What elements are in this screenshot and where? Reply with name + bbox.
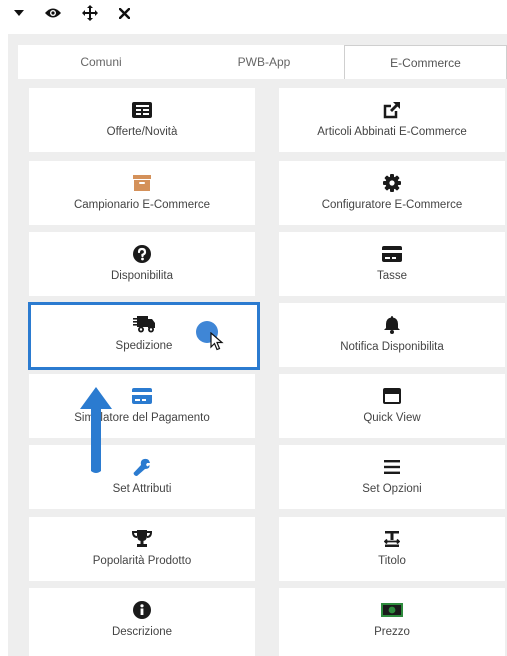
tile-label: Articoli Abbinati E-Commerce xyxy=(317,126,467,138)
money-bill-icon xyxy=(381,600,403,620)
tile-campionario[interactable]: Campionario E-Commerce xyxy=(29,161,255,225)
text-height-icon xyxy=(384,529,400,549)
tile-label: Titolo xyxy=(378,555,406,567)
tab-comuni[interactable]: Comuni xyxy=(18,45,184,79)
tile-label: Quick View xyxy=(363,412,421,424)
eye-icon[interactable] xyxy=(44,3,62,23)
info-circle-icon xyxy=(133,600,151,620)
move-icon[interactable] xyxy=(82,3,98,23)
external-link-icon xyxy=(383,100,401,120)
caret-down-icon[interactable] xyxy=(14,3,24,23)
tile-quick-view[interactable]: Quick View xyxy=(279,374,505,438)
tile-label: Popolarità Prodotto xyxy=(92,555,192,567)
tile-set-opzioni[interactable]: Set Opzioni xyxy=(279,445,505,509)
gear-icon xyxy=(383,173,401,193)
tile-label: Prezzo xyxy=(374,626,410,638)
tile-titolo[interactable]: Titolo xyxy=(279,517,505,581)
tile-offerte-novita[interactable]: Offerte/Novità xyxy=(29,88,255,152)
tile-popolarita-prodotto[interactable]: Popolarità Prodotto xyxy=(29,517,255,581)
mouse-pointer-icon xyxy=(210,332,224,351)
question-circle-icon xyxy=(133,244,151,264)
tile-descrizione[interactable]: Descrizione xyxy=(29,588,255,656)
tile-articoli-abbinati[interactable]: Articoli Abbinati E-Commerce xyxy=(279,88,505,152)
arrow-up-annotation xyxy=(80,387,112,473)
toolbar xyxy=(0,0,507,34)
tile-label: Campionario E-Commerce xyxy=(73,199,211,211)
tile-disponibilita[interactable]: Disponibilita xyxy=(29,232,255,296)
newspaper-icon xyxy=(132,100,152,120)
tile-simulatore-pagamento[interactable]: Simulatore del Pagamento xyxy=(29,374,255,438)
shipping-fast-icon xyxy=(133,314,155,334)
trophy-icon xyxy=(132,529,152,549)
tile-label: Notifica Disponibilita xyxy=(340,341,444,353)
credit-card-icon xyxy=(132,386,152,406)
tile-configuratore[interactable]: Configuratore E-Commerce xyxy=(279,161,505,225)
tile-label: Offerte/Novità xyxy=(106,126,178,138)
tile-set-attributi[interactable]: Set Attributi xyxy=(29,445,255,509)
close-icon[interactable] xyxy=(118,3,130,23)
tile-spedizione[interactable]: Spedizione xyxy=(28,302,260,370)
archive-box-icon xyxy=(133,173,151,193)
tile-tasse[interactable]: Tasse xyxy=(279,232,505,296)
bars-icon xyxy=(384,457,400,477)
credit-card-icon xyxy=(382,244,402,264)
tile-label: Configuratore E-Commerce xyxy=(321,199,463,211)
tile-prezzo[interactable]: Prezzo xyxy=(279,588,505,656)
tile-label: Set Opzioni xyxy=(362,483,422,495)
tile-label: Set Attributi xyxy=(112,483,172,495)
tab-pwb-app[interactable]: PWB-App xyxy=(184,45,344,79)
tab-bar: Comuni PWB-App E-Commerce xyxy=(18,45,507,79)
window-icon xyxy=(383,386,401,406)
tile-label: Spedizione xyxy=(115,340,173,352)
tile-label: Tasse xyxy=(376,270,408,282)
tile-notifica-disponibilita[interactable]: Notifica Disponibilita xyxy=(279,303,505,367)
bell-icon xyxy=(384,315,400,335)
tab-e-commerce[interactable]: E-Commerce xyxy=(344,45,507,79)
wrench-icon xyxy=(133,457,151,477)
widget-panel: Comuni PWB-App E-Commerce Offerte/Novità… xyxy=(8,34,507,656)
tile-label: Descrizione xyxy=(111,626,173,638)
tile-label: Disponibilita xyxy=(110,270,173,282)
